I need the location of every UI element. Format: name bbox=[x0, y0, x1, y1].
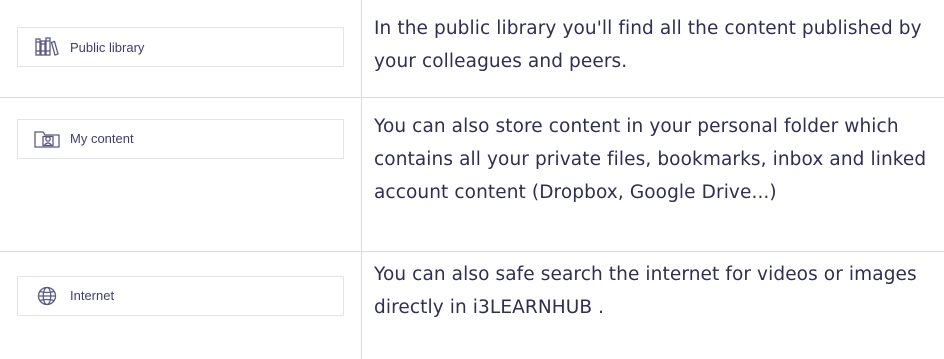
public-library-label: Public library bbox=[70, 39, 145, 55]
books-icon bbox=[34, 36, 60, 58]
button-cell: Internet bbox=[0, 250, 362, 359]
description-cell: You can also safe search the internet fo… bbox=[361, 250, 944, 359]
my-content-button[interactable]: My content bbox=[17, 118, 344, 159]
feature-table: Public library In the public library you… bbox=[0, 0, 944, 359]
public-library-description: In the public library you'll find all th… bbox=[374, 18, 922, 72]
description-cell: You can also store content in your perso… bbox=[361, 96, 944, 252]
internet-description: You can also safe search the internet fo… bbox=[374, 263, 917, 318]
my-content-description: You can also store content in your perso… bbox=[374, 115, 927, 203]
table-row: Internet You can also safe search the in… bbox=[0, 250, 944, 359]
folder-user-icon bbox=[34, 128, 60, 150]
internet-button[interactable]: Internet bbox=[17, 275, 344, 316]
internet-label: Internet bbox=[70, 288, 115, 303]
globe-icon bbox=[34, 285, 60, 307]
my-content-label: My content bbox=[70, 131, 134, 146]
description-cell: In the public library you'll find all th… bbox=[361, 0, 944, 98]
button-cell: My content bbox=[0, 96, 362, 252]
table-row: Public library In the public library you… bbox=[0, 0, 944, 98]
public-library-button[interactable]: Public library bbox=[17, 27, 344, 67]
table-row: My content You can also store content in… bbox=[0, 96, 944, 252]
button-cell: Public library bbox=[0, 0, 362, 98]
